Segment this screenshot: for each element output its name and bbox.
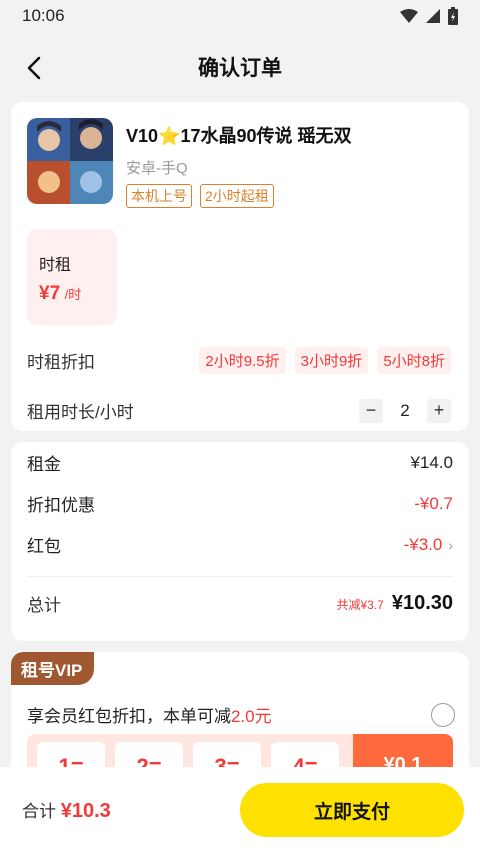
- increment-button[interactable]: +: [427, 398, 451, 423]
- order-card: V10⭐17水晶90传说 瑶无双 安卓-手Q 本机上号 2小时起租 时租 ¥7 …: [11, 102, 469, 431]
- duration-stepper: − 2 +: [359, 398, 451, 423]
- chevron-right-icon: ›: [448, 536, 453, 553]
- hourly-price: ¥7 /时: [39, 283, 117, 305]
- redpack-row[interactable]: 红包 -¥3.0 ›: [27, 524, 453, 565]
- back-button[interactable]: [18, 52, 50, 84]
- discount-option: 2小时9.5折: [199, 347, 286, 374]
- discount-fee-label: 折扣优惠: [27, 496, 95, 515]
- total-value: ¥10.30: [391, 591, 453, 614]
- hourly-price-option[interactable]: 时租 ¥7 /时: [27, 229, 117, 325]
- game-info: V10⭐17水晶90传说 瑶无双 安卓-手Q 本机上号 2小时起租: [126, 118, 351, 208]
- status-icons: [400, 7, 458, 25]
- status-bar: 10:06: [0, 0, 480, 32]
- redpack-label: 红包: [27, 537, 61, 556]
- game-thumbnail[interactable]: [27, 118, 113, 204]
- discount-fee-value: -¥0.7: [414, 493, 453, 513]
- game-platform: 安卓-手Q: [126, 160, 188, 177]
- rent-row: 租金 ¥14.0: [27, 442, 453, 483]
- hourly-price-unit: /时: [64, 287, 82, 302]
- sum-label: 合计: [22, 802, 56, 821]
- redpack-value: -¥3.0: [403, 534, 443, 554]
- duration-value: 2: [400, 400, 410, 420]
- total-label: 总计: [27, 595, 61, 615]
- vip-radio[interactable]: [431, 702, 455, 727]
- signal-icon: [426, 9, 440, 23]
- discount-label: 时租折扣: [27, 353, 95, 372]
- total-row: 总计 共减¥3.7 ¥10.30: [27, 577, 453, 629]
- tag-local-login: 本机上号: [126, 184, 192, 208]
- game-summary: V10⭐17水晶90传说 瑶无双 安卓-手Q 本机上号 2小时起租: [27, 118, 453, 208]
- rent-label: 租金: [27, 455, 61, 474]
- sum-display: 合计 ¥10.3: [22, 797, 111, 823]
- status-time: 10:06: [22, 6, 65, 25]
- battery-icon: [448, 7, 458, 25]
- pay-button[interactable]: 立即支付: [240, 783, 464, 837]
- discount-row: 时租折扣 2小时9.5折 3小时9折 5小时8折: [27, 347, 453, 374]
- decrement-button[interactable]: −: [359, 398, 383, 423]
- hourly-label: 时租: [39, 257, 72, 274]
- hourly-price-value: ¥7: [39, 283, 61, 304]
- bottom-bar: 合计 ¥10.3 立即支付: [0, 767, 480, 853]
- duration-row: 租用时长/小时 − 2 +: [27, 398, 453, 423]
- wifi-icon: [400, 9, 418, 23]
- discount-fee-row: 折扣优惠 -¥0.7: [27, 483, 453, 524]
- vip-offer-row[interactable]: 享会员红包折扣，本单可减2.0元: [27, 702, 455, 727]
- duration-label: 租用时长/小时: [27, 403, 134, 422]
- tag-min-hours: 2小时起租: [200, 184, 274, 208]
- vip-badge: 租号VIP: [11, 652, 95, 685]
- chevron-left-icon: [27, 56, 41, 80]
- game-title: V10⭐17水晶90传说 瑶无双: [126, 126, 352, 146]
- vip-offer-text: 享会员红包折扣，本单可减2.0元: [27, 707, 272, 726]
- header: 确认订单: [0, 32, 480, 102]
- fee-card: 租金 ¥14.0 折扣优惠 -¥0.7 红包 -¥3.0 › 总计 共减¥3.7 …: [11, 442, 469, 641]
- saved-amount: 共减¥3.7: [336, 597, 384, 612]
- sum-value: ¥10.3: [60, 800, 111, 822]
- page-title: 确认订单: [198, 57, 282, 80]
- discount-options: 2小时9.5折 3小时9折 5小时8折: [199, 347, 451, 374]
- vip-offer-amount: 2.0元: [231, 707, 272, 726]
- discount-option: 3小时9折: [294, 347, 369, 374]
- game-tags: 本机上号 2小时起租: [126, 184, 351, 208]
- rent-value: ¥14.0: [410, 452, 453, 472]
- discount-option: 5小时8折: [377, 347, 451, 374]
